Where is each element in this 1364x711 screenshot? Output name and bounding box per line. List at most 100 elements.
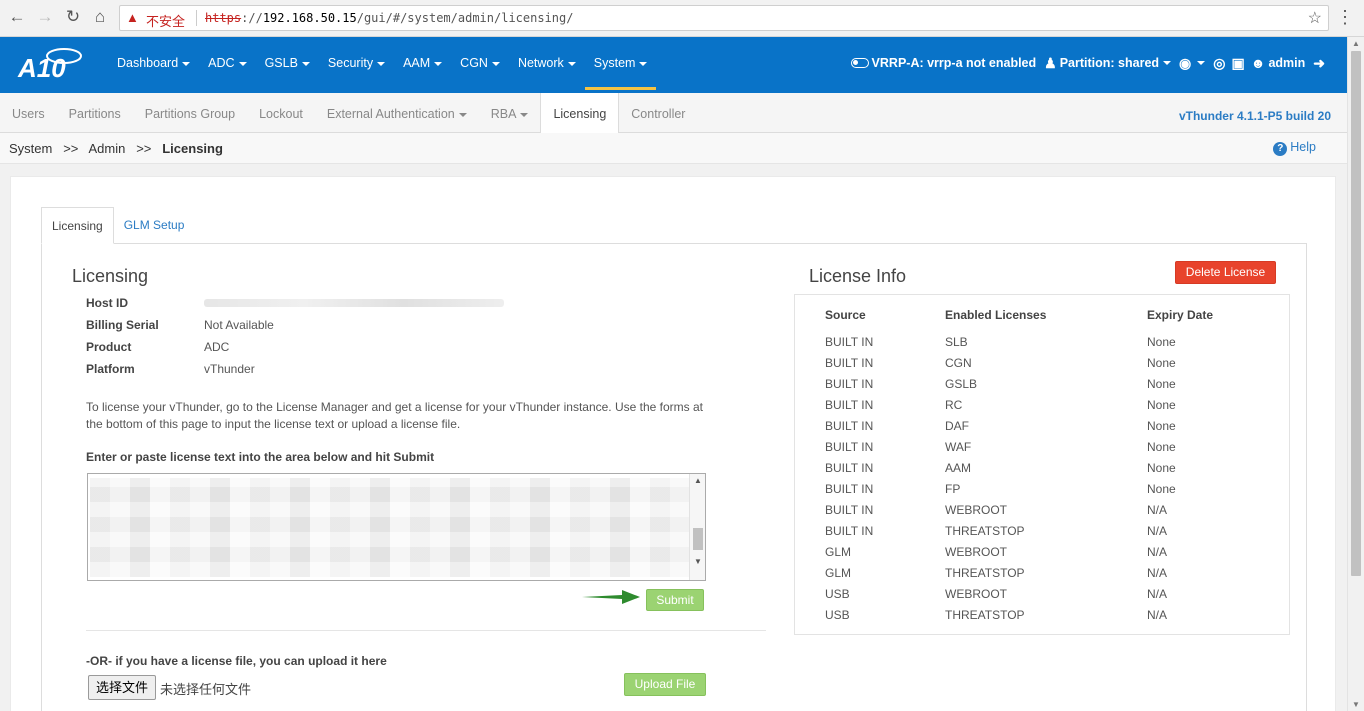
caret-down-icon — [639, 61, 648, 66]
save-icon[interactable]: ▣ — [1231, 55, 1244, 72]
platform-value: vThunder — [204, 362, 255, 376]
nav-label: Network — [517, 56, 564, 70]
globe-icon[interactable]: ◉ — [1179, 55, 1191, 72]
users-icon: ♟ — [1044, 54, 1057, 71]
language-chevron-icon[interactable] — [1197, 61, 1206, 65]
url-path: /gui/#/system/admin/licensing/ — [356, 11, 574, 25]
user-menu[interactable]: ☻ admin — [1251, 55, 1306, 71]
subnav-tabs: Users Partitions Partitions Group Lockou… — [0, 93, 697, 134]
scroll-up-icon[interactable]: ▲ — [1352, 39, 1360, 48]
nav-cgn[interactable]: CGN — [451, 37, 509, 89]
tab-label: GLM Setup — [123, 218, 185, 232]
tab-licensing[interactable]: Licensing — [41, 207, 114, 244]
table-row: BUILT IN THREATSTOP N/A — [795, 520, 1289, 541]
upload-file-button[interactable]: Upload File — [624, 673, 706, 696]
vrrp-status[interactable]: VRRP-A: vrrp-a not enabled — [850, 56, 1037, 70]
subnav-label: Licensing — [553, 107, 607, 121]
no-file-label: 未选择任何文件 — [160, 682, 252, 697]
subnav-licensing[interactable]: Licensing — [540, 93, 620, 134]
page-scrollbar[interactable]: ▲ ▼ — [1347, 37, 1364, 711]
column-header-source: Source — [825, 308, 866, 322]
browser-menu-icon[interactable]: ⋮ — [1336, 6, 1354, 28]
subnav-partitions[interactable]: Partitions — [57, 93, 133, 133]
nav-label: Dashboard — [117, 56, 179, 70]
redacted-host-id — [204, 299, 504, 307]
source-cell: BUILT IN — [825, 418, 874, 433]
breadcrumb-separator: >> — [63, 141, 79, 156]
app-header: A10 Dashboard ADC GSLB Security AAM CGN … — [0, 37, 1347, 93]
nav-system[interactable]: System — [584, 37, 657, 90]
reload-icon[interactable]: ↻ — [62, 6, 84, 28]
table-row: BUILT IN WAF None — [795, 436, 1289, 457]
admin-subnav: Users Partitions Partitions Group Lockou… — [0, 93, 1347, 134]
partition-selector[interactable]: ♟ Partition: shared — [1044, 54, 1172, 72]
bookmark-star-icon[interactable]: ☆ — [1308, 8, 1322, 28]
subnav-users[interactable]: Users — [0, 93, 57, 133]
license-info-title: License Info — [809, 266, 907, 286]
nav-gslb[interactable]: GSLB — [256, 37, 319, 89]
subnav-external-authentication[interactable]: External Authentication — [315, 93, 479, 133]
breadcrumb-current: Licensing — [162, 141, 223, 156]
tab-glm-setup[interactable]: GLM Setup — [114, 207, 195, 244]
choose-file-button[interactable]: 选择文件 — [88, 675, 156, 700]
a10-logo[interactable]: A10 — [16, 45, 84, 83]
user-label: admin — [1268, 56, 1306, 70]
textarea-scroll-thumb[interactable] — [693, 528, 703, 550]
subnav-partitions-group[interactable]: Partitions Group — [133, 93, 247, 133]
address-bar[interactable]: ▲ 不安全 https://192.168.50.15/gui/#/system… — [119, 5, 1329, 31]
host-id-label: Host ID — [86, 296, 128, 310]
scroll-down-icon[interactable]: ▼ — [694, 557, 702, 566]
nav-network[interactable]: Network — [509, 37, 585, 89]
subnav-lockout[interactable]: Lockout — [247, 93, 315, 133]
billing-serial-value: Not Available — [204, 318, 274, 332]
license-cell: WEBROOT — [945, 544, 1007, 559]
scroll-up-icon[interactable]: ▲ — [694, 476, 702, 485]
main-nav: Dashboard ADC GSLB Security AAM CGN Netw… — [108, 37, 657, 93]
scroll-thumb[interactable] — [1351, 51, 1361, 576]
lifebuoy-icon[interactable]: ◎ — [1213, 55, 1225, 72]
subnav-controller[interactable]: Controller — [619, 93, 697, 133]
nav-aam[interactable]: AAM — [394, 37, 451, 89]
scroll-down-icon[interactable]: ▼ — [1352, 700, 1360, 709]
textarea-scrollbar[interactable]: ▲ ▼ — [689, 474, 705, 580]
expiry-cell: N/A — [1147, 586, 1168, 601]
license-cell: FP — [945, 481, 961, 496]
expiry-cell: None — [1147, 418, 1176, 433]
nav-label: System — [593, 56, 636, 70]
source-cell: BUILT IN — [825, 523, 874, 538]
table-row: BUILT IN SLB None — [795, 331, 1289, 352]
license-cell: THREATSTOP — [945, 607, 1025, 622]
browser-toolbar: ← → ↻ ⌂ ▲ 不安全 https://192.168.50.15/gui/… — [0, 0, 1364, 37]
license-text-area[interactable]: ▲ ▼ — [87, 473, 706, 581]
back-icon[interactable]: ← — [6, 6, 28, 28]
breadcrumb-bar: System >> Admin >> Licensing ? Help — [0, 133, 1347, 164]
submit-button[interactable]: Submit — [646, 589, 704, 611]
table-row: BUILT IN FP None — [795, 478, 1289, 499]
product-value: ADC — [204, 340, 230, 354]
expiry-cell: N/A — [1147, 544, 1168, 559]
url-scheme: https — [205, 11, 242, 25]
nav-adc[interactable]: ADC — [199, 37, 255, 89]
green-arrow-icon — [582, 590, 640, 604]
address-separator — [196, 10, 197, 26]
nav-security[interactable]: Security — [319, 37, 394, 89]
caret-down-icon — [301, 61, 310, 66]
url-text[interactable]: https://192.168.50.15/gui/#/system/admin… — [205, 11, 573, 25]
logout-icon[interactable]: ➜ — [1313, 55, 1325, 72]
table-row: BUILT IN GSLB None — [795, 373, 1289, 394]
delete-license-button[interactable]: Delete License — [1175, 261, 1276, 284]
table-row: BUILT IN AAM None — [795, 457, 1289, 478]
table-row: GLM THREATSTOP N/A — [795, 562, 1289, 583]
breadcrumb-system[interactable]: System — [9, 141, 52, 156]
redacted-license-text — [90, 478, 690, 577]
subnav-label: Lockout — [259, 107, 303, 121]
forward-icon[interactable]: → — [34, 6, 56, 28]
nav-dashboard[interactable]: Dashboard — [108, 37, 199, 89]
nav-label: GSLB — [264, 56, 298, 70]
vrrp-label: VRRP-A: vrrp-a not enabled — [871, 56, 1037, 70]
home-icon[interactable]: ⌂ — [89, 6, 111, 28]
help-link[interactable]: ? Help — [1273, 140, 1316, 156]
subnav-rba[interactable]: RBA — [479, 93, 541, 133]
breadcrumb-admin[interactable]: Admin — [89, 141, 126, 156]
expiry-cell: None — [1147, 460, 1176, 475]
